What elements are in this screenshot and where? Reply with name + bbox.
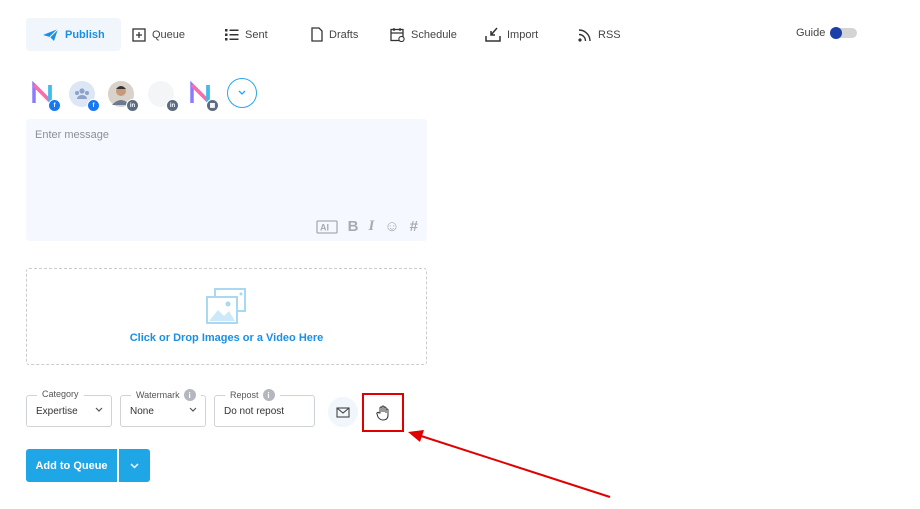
nav-label: Import (507, 28, 539, 41)
guide-toggle[interactable] (830, 27, 858, 39)
document-icon (311, 27, 323, 42)
media-dropzone[interactable]: Click or Drop Images or a Video Here (26, 268, 427, 365)
nav-label: Queue (152, 28, 186, 41)
account-avatar-5[interactable]: ▦ (188, 80, 219, 112)
repost-value: Do not repost (224, 406, 285, 417)
repost-select[interactable]: Repost i Do not repost (214, 389, 315, 427)
top-nav: Publish Queue Sent Drafts Schedule Impor… (26, 18, 896, 51)
category-select[interactable]: Category Expertise (26, 389, 112, 427)
guide-label: Guide (796, 27, 826, 39)
chevron-down-icon (189, 407, 197, 412)
italic-icon[interactable]: I (368, 218, 374, 235)
nav-label: Schedule (411, 28, 457, 41)
nav-schedule[interactable]: Schedule (390, 18, 457, 51)
list-icon (225, 28, 239, 41)
facebook-badge-icon: f (87, 99, 100, 112)
queue-icon (132, 27, 146, 42)
paper-plane-icon (42, 28, 59, 42)
manual-approval-button[interactable] (362, 393, 404, 432)
watermark-value: None (130, 406, 154, 417)
svg-text:AI: AI (320, 222, 329, 232)
rss-icon (578, 28, 592, 42)
account-avatar-1[interactable]: f (30, 80, 61, 112)
nav-label: Drafts (329, 28, 359, 41)
nav-label: Publish (65, 28, 105, 41)
info-icon[interactable]: i (262, 389, 275, 401)
nav-label: Sent (245, 28, 268, 41)
add-to-queue-button[interactable]: Add to Queue (26, 449, 117, 482)
message-input[interactable]: Enter message AI B I ☺ # (26, 119, 427, 241)
watermark-legend: Watermark i (131, 389, 201, 401)
annotation-arrow (408, 430, 611, 498)
bold-icon[interactable]: B (348, 218, 359, 235)
add-options-dropdown[interactable] (119, 449, 150, 482)
info-icon[interactable]: i (183, 389, 196, 401)
envelope-icon (336, 406, 350, 418)
emoji-icon[interactable]: ☺ (384, 218, 399, 235)
account-avatar-2[interactable]: f (69, 81, 100, 112)
guide-control: Guide (796, 27, 858, 39)
nav-queue[interactable]: Queue (132, 18, 185, 51)
calendar-icon (390, 27, 405, 42)
nav-rss[interactable]: RSS (578, 18, 621, 51)
nav-import[interactable]: Import (485, 18, 538, 51)
business-badge-icon: ▦ (206, 99, 219, 112)
repost-legend: Repost i (225, 389, 280, 401)
import-icon (485, 27, 501, 42)
hand-icon (376, 405, 389, 421)
account-avatar-3[interactable]: in (108, 81, 139, 112)
chevron-down-icon (95, 407, 103, 412)
email-button[interactable] (328, 397, 358, 427)
hashtag-icon[interactable]: # (410, 218, 418, 235)
chevron-down-icon (238, 90, 246, 95)
chevron-down-icon (130, 462, 139, 469)
watermark-select[interactable]: Watermark i None (120, 389, 206, 427)
message-placeholder: Enter message (35, 129, 109, 141)
nav-publish[interactable]: Publish (26, 18, 121, 51)
account-avatar-4[interactable]: in (148, 81, 179, 112)
nav-drafts[interactable]: Drafts (311, 18, 358, 51)
category-value: Expertise (36, 406, 78, 417)
linkedin-badge-icon: in (126, 99, 139, 112)
nav-label: RSS (598, 28, 621, 41)
more-accounts-button[interactable] (227, 78, 257, 108)
image-upload-icon (206, 288, 246, 324)
dropzone-label: Click or Drop Images or a Video Here (129, 332, 324, 344)
nav-sent[interactable]: Sent (225, 18, 268, 51)
linkedin-badge-icon: in (166, 99, 179, 112)
facebook-badge-icon: f (48, 99, 61, 112)
message-toolbar: AI B I ☺ # (315, 218, 418, 235)
ai-assist-icon[interactable]: AI (315, 219, 338, 234)
category-legend: Category (37, 389, 84, 399)
